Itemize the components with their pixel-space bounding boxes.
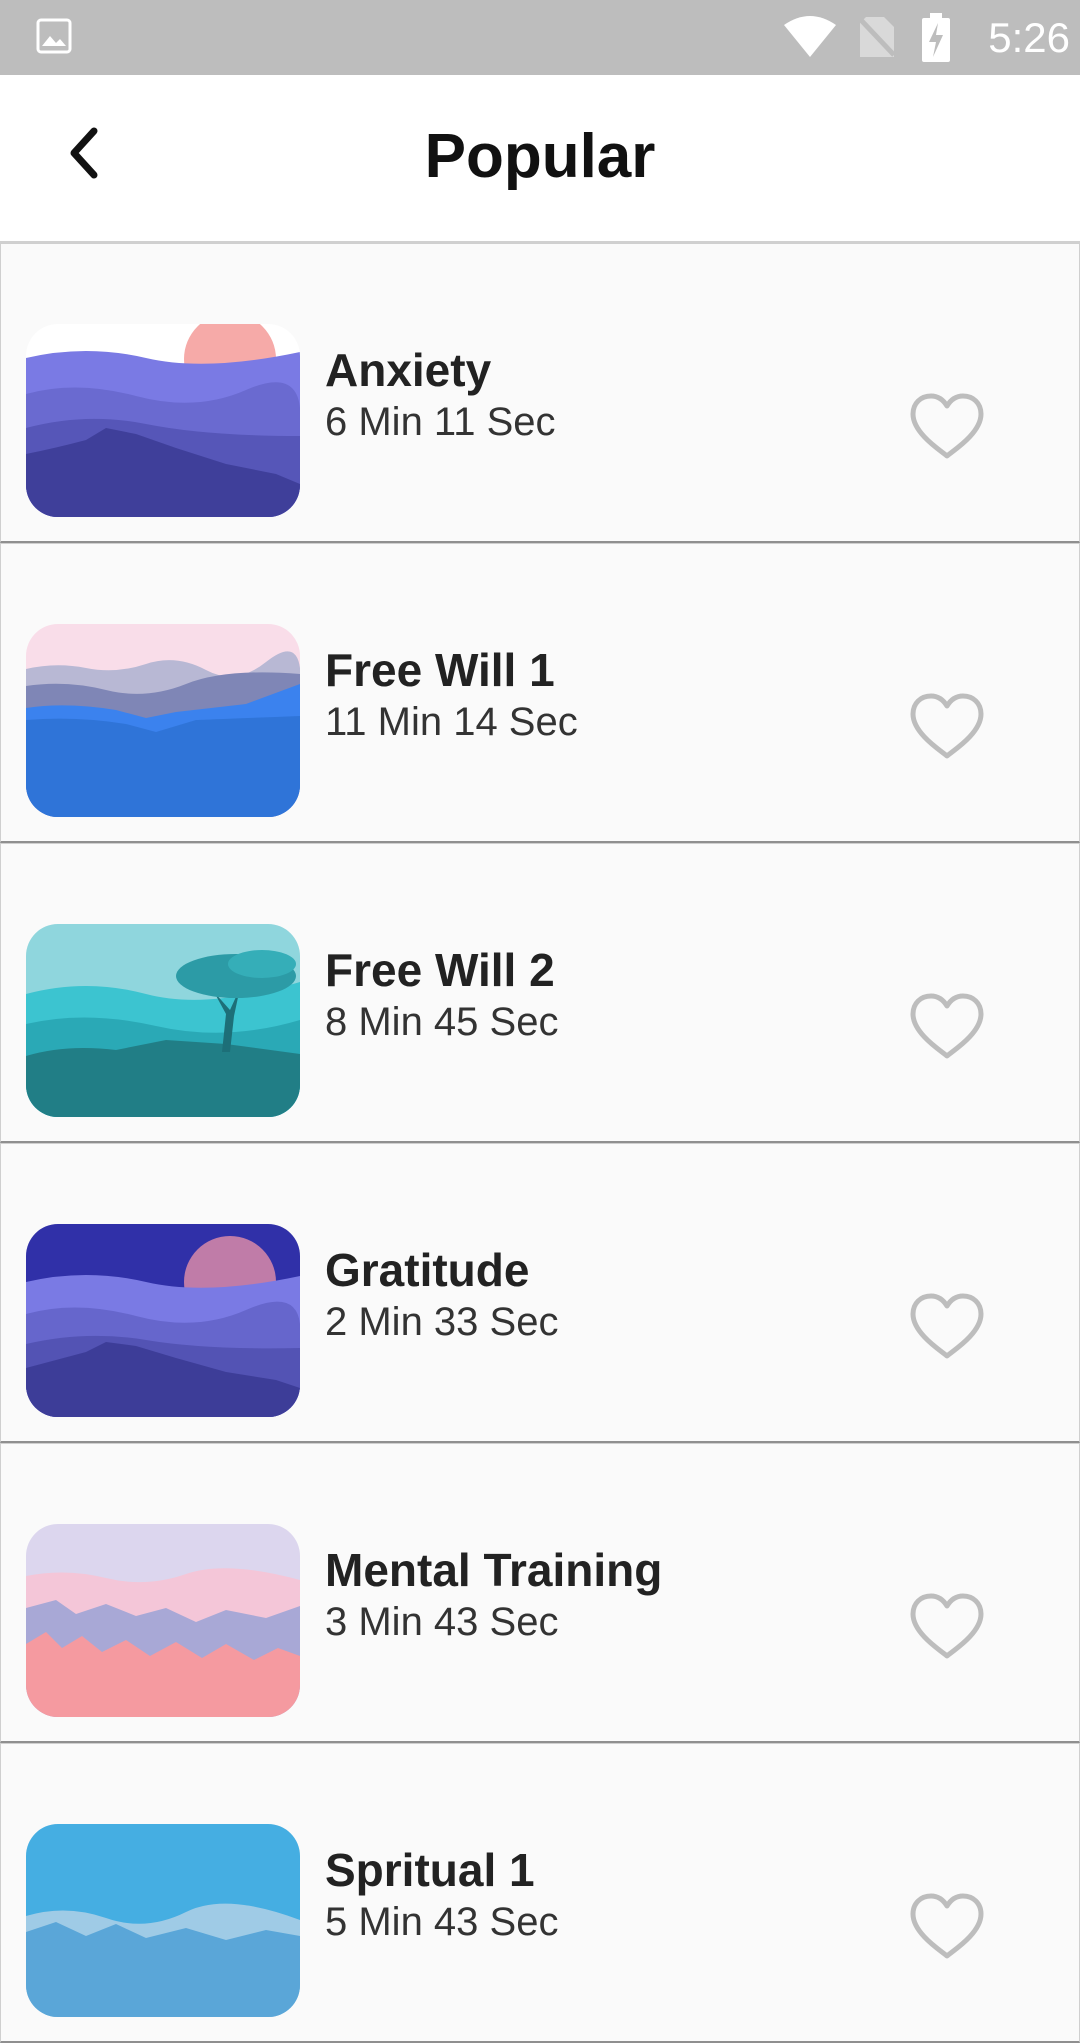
app-bar: Popular xyxy=(0,75,1080,243)
session-duration: 6 Min 11 Sec xyxy=(325,400,556,444)
session-duration: 8 Min 45 Sec xyxy=(325,1000,559,1044)
session-thumbnail xyxy=(26,1824,300,2017)
back-button[interactable] xyxy=(48,115,120,195)
no-sim-icon xyxy=(858,15,896,64)
favorite-button[interactable] xyxy=(909,992,985,1062)
favorite-button[interactable] xyxy=(909,1292,985,1362)
status-bar: 5:26 xyxy=(0,0,1080,75)
session-duration: 3 Min 43 Sec xyxy=(325,1600,559,1644)
session-thumbnail xyxy=(26,624,300,817)
session-title: Anxiety xyxy=(325,344,492,396)
favorite-button[interactable] xyxy=(909,692,985,762)
heart-outline-icon xyxy=(909,992,985,1062)
session-title: Spritual 1 xyxy=(325,1844,535,1896)
session-title: Free Will 2 xyxy=(325,944,555,996)
session-title: Mental Training xyxy=(325,1544,663,1596)
list-item[interactable]: Spritual 1 5 Min 43 Sec xyxy=(0,1743,1080,2043)
list-item[interactable]: Free Will 2 8 Min 45 Sec xyxy=(0,843,1080,1143)
wifi-icon xyxy=(782,13,838,64)
list-item[interactable]: Anxiety 6 Min 11 Sec xyxy=(0,243,1080,543)
heart-outline-icon xyxy=(909,1592,985,1662)
page-title: Popular xyxy=(424,122,656,191)
session-thumbnail xyxy=(26,1524,300,1717)
list-item[interactable]: Gratitude 2 Min 33 Sec xyxy=(0,1143,1080,1443)
session-list: Anxiety 6 Min 11 Sec Free Will 1 11 Min … xyxy=(0,243,1080,2043)
battery-charging-icon xyxy=(920,13,952,68)
favorite-button[interactable] xyxy=(909,1892,985,1962)
session-title: Free Will 1 xyxy=(325,644,555,696)
gallery-icon xyxy=(36,18,72,59)
list-item[interactable]: Free Will 1 11 Min 14 Sec xyxy=(0,543,1080,843)
status-time: 5:26 xyxy=(988,14,1070,61)
heart-outline-icon xyxy=(909,1292,985,1362)
heart-outline-icon xyxy=(909,692,985,762)
session-thumbnail xyxy=(26,924,300,1117)
favorite-button[interactable] xyxy=(909,1592,985,1662)
session-duration: 5 Min 43 Sec xyxy=(325,1900,559,1944)
heart-outline-icon xyxy=(909,392,985,462)
session-title: Gratitude xyxy=(325,1244,530,1296)
chevron-left-icon xyxy=(64,125,104,186)
session-thumbnail xyxy=(26,1224,300,1417)
session-duration: 11 Min 14 Sec xyxy=(325,700,578,744)
session-thumbnail xyxy=(26,324,300,517)
session-duration: 2 Min 33 Sec xyxy=(325,1300,559,1344)
favorite-button[interactable] xyxy=(909,392,985,462)
heart-outline-icon xyxy=(909,1892,985,1962)
list-item[interactable]: Mental Training 3 Min 43 Sec xyxy=(0,1443,1080,1743)
